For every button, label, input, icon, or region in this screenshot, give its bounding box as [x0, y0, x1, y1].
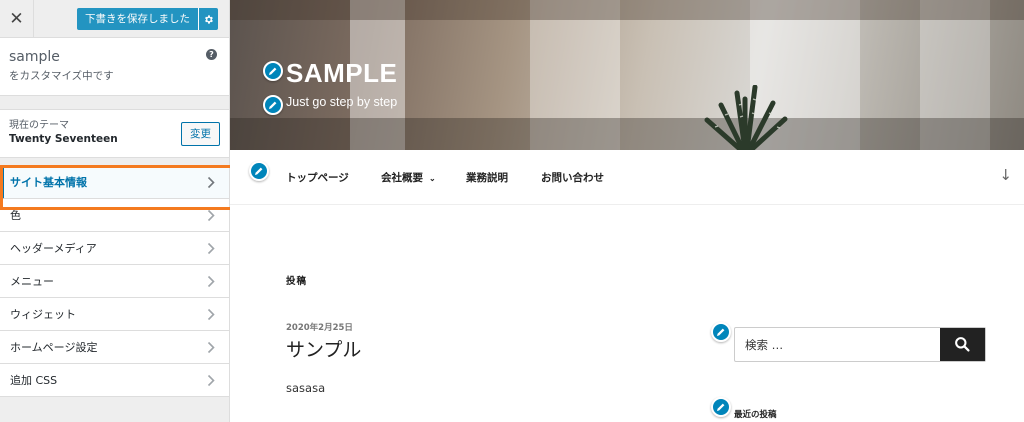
- close-icon: ✕: [9, 8, 24, 29]
- chevron-right-icon: [207, 374, 215, 387]
- navigation-bar: トップページ 会社概要 ⌄ 業務説明 お問い合わせ ↓: [230, 150, 1024, 205]
- edit-tagline-button[interactable]: [263, 95, 283, 115]
- ceiling-shade: [230, 0, 1024, 20]
- arrow-down-icon[interactable]: ↓: [999, 166, 1012, 184]
- customize-info: sample をカスタマイズ中です ?: [0, 38, 229, 96]
- post-title[interactable]: サンプル: [286, 335, 361, 362]
- search-input[interactable]: [735, 328, 940, 361]
- theme-section: 現在のテーマ Twenty Seventeen 変更: [0, 109, 229, 158]
- panel-label: ヘッダーメディア: [10, 242, 97, 255]
- pencil-icon: [717, 403, 725, 411]
- spacer: [0, 96, 229, 109]
- save-draft-button[interactable]: 下書きを保存しました: [77, 8, 198, 30]
- post-excerpt: sasasa: [286, 381, 326, 395]
- nav-label: 会社概要: [381, 172, 423, 184]
- site-title[interactable]: SAMPLE: [286, 58, 397, 89]
- pencil-icon: [269, 67, 277, 75]
- panel-additional-css[interactable]: 追加 CSS: [0, 364, 229, 397]
- chevron-right-icon: [207, 341, 215, 354]
- gear-icon: [205, 14, 213, 24]
- publish-settings-button[interactable]: [198, 8, 218, 30]
- customizer-sidebar: ✕ 下書きを保存しました sample をカスタマイズ中です ? 現在のテーマ …: [0, 0, 230, 422]
- panel-site-identity[interactable]: サイト基本情報: [0, 166, 229, 199]
- plant-image: [704, 85, 788, 150]
- site-description[interactable]: Just go step by step: [286, 95, 397, 109]
- edit-search-widget-button[interactable]: [711, 322, 731, 342]
- panel-homepage-settings[interactable]: ホームページ設定: [0, 331, 229, 364]
- help-icon[interactable]: ?: [206, 49, 217, 60]
- customizer-header: ✕ 下書きを保存しました: [0, 0, 229, 38]
- floor-shade: [230, 118, 1024, 150]
- panel-label: 追加 CSS: [10, 374, 58, 387]
- pencil-icon: [255, 167, 263, 175]
- pencil-icon: [269, 101, 277, 109]
- nav-item-services[interactable]: 業務説明: [466, 170, 508, 185]
- search-button[interactable]: [940, 328, 985, 361]
- site-name: sample: [9, 49, 60, 65]
- panel-colors[interactable]: 色: [0, 199, 229, 232]
- change-theme-button[interactable]: 変更: [181, 122, 220, 146]
- search-widget: [734, 327, 986, 362]
- posts-heading: 投稿: [286, 276, 308, 287]
- chevron-right-icon: [207, 209, 215, 222]
- edit-recent-posts-button[interactable]: [711, 397, 731, 417]
- edit-site-title-button[interactable]: [263, 61, 283, 81]
- panel-label: 色: [10, 209, 21, 222]
- chevron-right-icon: [207, 242, 215, 255]
- panel-label: メニュー: [10, 275, 54, 288]
- nav-item-top-page[interactable]: トップページ: [286, 170, 349, 185]
- panel-list: サイト基本情報 色 ヘッダーメディア メニュー ウィジェット ホームページ設定 …: [0, 166, 229, 397]
- nav-item-contact[interactable]: お問い合わせ: [541, 170, 604, 185]
- chevron-right-icon: [207, 275, 215, 288]
- panel-menus[interactable]: メニュー: [0, 265, 229, 298]
- search-icon: [955, 337, 970, 352]
- panel-widgets[interactable]: ウィジェット: [0, 298, 229, 331]
- nav-item-company[interactable]: 会社概要 ⌄: [381, 170, 436, 185]
- publish-group: 下書きを保存しました: [77, 8, 218, 30]
- panel-header-media[interactable]: ヘッダーメディア: [0, 232, 229, 265]
- post-date[interactable]: 2020年2月25日: [286, 321, 353, 333]
- edit-menu-button[interactable]: [249, 161, 269, 181]
- close-button[interactable]: ✕: [0, 0, 34, 37]
- site-preview: SAMPLE Just go step by step トップページ 会社概要 ⌄…: [230, 0, 1024, 422]
- chevron-down-icon: ⌄: [429, 174, 436, 183]
- panel-label: ウィジェット: [10, 308, 76, 321]
- panel-label: ホームページ設定: [10, 341, 98, 354]
- chevron-right-icon: [207, 176, 215, 189]
- panel-label: サイト基本情報: [10, 176, 87, 189]
- chevron-right-icon: [207, 308, 215, 321]
- pencil-icon: [717, 328, 725, 336]
- customizing-label: をカスタマイズ中です: [9, 70, 114, 82]
- header-image: SAMPLE Just go step by step: [230, 0, 1024, 150]
- recent-posts-title: 最近の投稿: [734, 410, 777, 420]
- spacer: [0, 158, 229, 166]
